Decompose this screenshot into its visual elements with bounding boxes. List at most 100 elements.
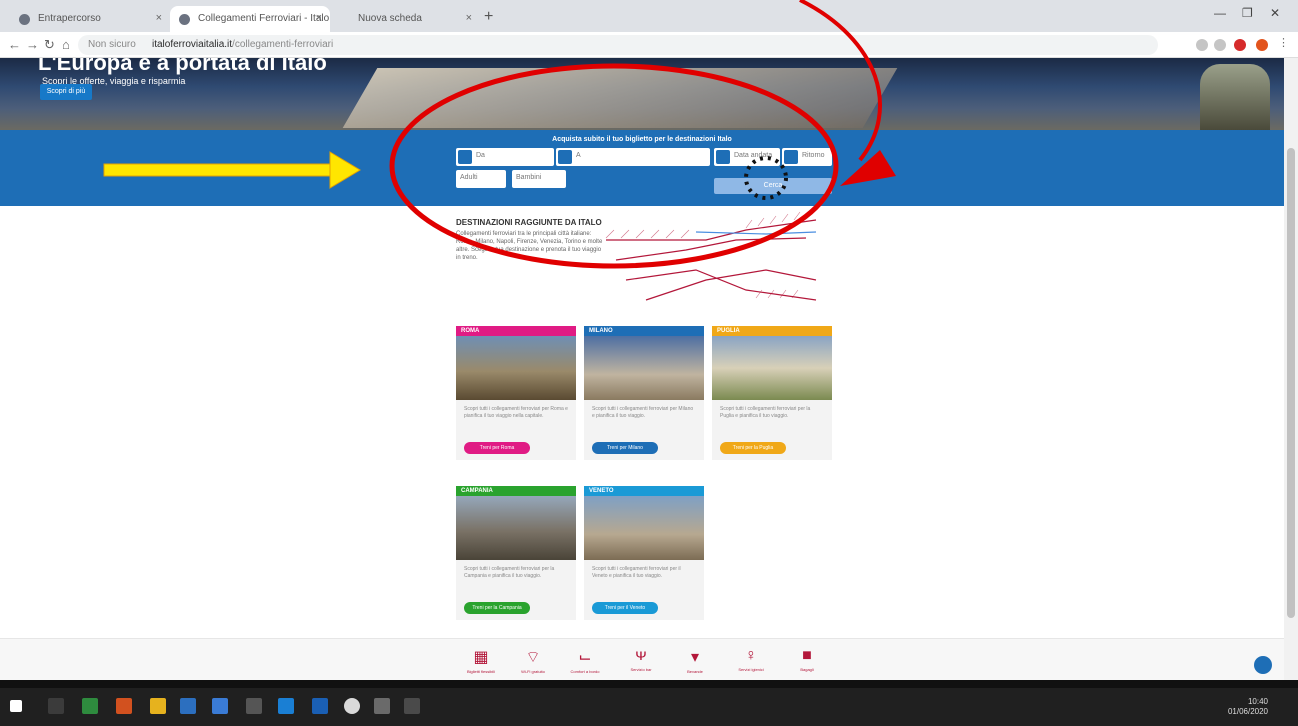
profile-avatar[interactable] [1256, 39, 1268, 51]
card-photo [584, 496, 704, 560]
feature-label: Comfort a bordo [570, 669, 600, 674]
reload-icon[interactable]: ↻ [44, 37, 55, 53]
word-icon[interactable] [212, 698, 228, 714]
card-photo [712, 336, 832, 400]
card-button[interactable]: Treni per la Puglia [720, 442, 786, 454]
destination-card-roma: ROMA Scopri tutti i collegamenti ferrovi… [456, 326, 576, 460]
app-icon[interactable] [246, 698, 262, 714]
site-info[interactable]: Non sicuro [88, 39, 136, 50]
card-button[interactable]: Treni per Milano [592, 442, 658, 454]
download-bar [0, 680, 1298, 688]
close-icon[interactable]: × [466, 12, 472, 24]
card-button[interactable]: Treni per Roma [464, 442, 530, 454]
page-scrollbar[interactable] [1284, 58, 1298, 688]
intro-text: Collegamenti ferroviari tra le principal… [456, 231, 603, 261]
food-icon: ᴪ [635, 647, 647, 664]
tab-title: Entrapercorso [38, 13, 101, 24]
hero-title: L'Europa è a portata di Italo [38, 58, 327, 75]
feature-label: Servizio bar [630, 667, 652, 672]
close-icon[interactable]: × [156, 12, 162, 24]
card-label: ROMA [456, 326, 576, 336]
browser-tab-bar: Entrapercorso × Collegamenti Ferroviari … [0, 0, 1298, 32]
url-field[interactable]: Non sicuro italoferroviaitalia.it/colleg… [78, 35, 1158, 55]
station-icon [558, 150, 572, 164]
card-photo [456, 336, 576, 400]
feature-item: ▦ Biglietti flessibili [456, 647, 506, 674]
powerpoint-icon[interactable] [116, 698, 132, 714]
minimize-icon[interactable]: — [1214, 6, 1226, 20]
drink-icon: ▾ [690, 649, 700, 666]
card-button[interactable]: Treni per la Campania [464, 602, 530, 614]
card-label: VENETO [584, 486, 704, 496]
menu-icon[interactable]: ⋮ [1278, 36, 1290, 49]
clock-date: 01/06/2020 [1227, 707, 1268, 716]
search-band: Acquista subito il tuo biglietto per le … [0, 130, 1284, 206]
home-icon[interactable]: ⌂ [62, 37, 70, 52]
star-icon[interactable] [1214, 39, 1226, 51]
feature-item: ■ Bagagli [782, 647, 832, 672]
from-station-field[interactable]: Da [456, 148, 554, 166]
card-description: Scopri tutti i collegamenti ferroviari p… [592, 406, 694, 419]
wifi-icon: ⌔ [525, 649, 541, 666]
system-clock[interactable]: 10:40 01/06/2020 [1228, 697, 1268, 717]
card-button[interactable]: Treni per il Veneto [592, 602, 658, 614]
card-label: CAMPANIA [456, 486, 576, 496]
chat-button[interactable] [1254, 656, 1272, 674]
card-description: Scopri tutti i collegamenti ferroviari p… [592, 566, 681, 579]
feature-item: ⌔ Wi-Fi gratuito [508, 647, 558, 674]
edge-icon[interactable] [278, 698, 294, 714]
close-window-icon[interactable]: ✕ [1270, 6, 1280, 20]
file-explorer-icon[interactable] [150, 698, 166, 714]
chrome-icon[interactable] [344, 698, 360, 714]
back-icon[interactable]: ← [8, 37, 21, 52]
date-value: Data andata [734, 152, 773, 159]
tree-image [1200, 64, 1270, 130]
departure-date-field[interactable]: Data andata [714, 148, 780, 166]
url-host: italoferroviaitalia.it [152, 39, 233, 50]
search-button[interactable]: Cerca [714, 178, 832, 194]
hero-cta-button[interactable]: Scopri di più [40, 84, 92, 100]
outlook-icon[interactable] [180, 698, 196, 714]
favicon-icon [179, 14, 190, 25]
card-description: Scopri tutti i collegamenti ferroviari p… [720, 406, 811, 419]
feature-label: Servizi igienici [738, 667, 764, 672]
app-icon[interactable] [312, 698, 328, 714]
children-selector[interactable]: Bambini [512, 170, 566, 188]
to-value: A [576, 152, 581, 159]
feature-label: Wi-Fi gratuito [521, 669, 545, 674]
destination-card-milano: MILANO Scopri tutti i collegamenti ferro… [584, 326, 704, 460]
forward-icon[interactable]: → [26, 37, 39, 52]
calendar-icon [716, 150, 730, 164]
to-station-field[interactable]: A [556, 148, 710, 166]
clock-time: 10:40 [1247, 697, 1268, 706]
tab-title: Nuova scheda [358, 13, 422, 24]
windows-start-icon[interactable] [10, 700, 22, 712]
close-icon[interactable]: × [316, 12, 322, 24]
station-icon [458, 150, 472, 164]
calendar-icon [784, 150, 798, 164]
toilet-icon: ♀ [745, 647, 757, 664]
maximize-icon[interactable]: ❐ [1242, 6, 1253, 20]
new-tab-button[interactable]: + [484, 8, 493, 26]
zoom-icon[interactable] [1196, 39, 1208, 51]
task-view-icon[interactable] [48, 698, 64, 714]
browser-tab-2[interactable]: Collegamenti Ferroviari - Italo × [170, 6, 330, 32]
browser-tab-1[interactable]: Entrapercorso × [10, 6, 170, 32]
app-icon[interactable] [404, 698, 420, 714]
route-map [605, 211, 817, 301]
address-bar: ← → ↻ ⌂ Non sicuro italoferroviaitalia.i… [0, 32, 1298, 58]
favicon-icon [19, 14, 30, 25]
hero-banner: L'Europa è a portata di Italo Scopri le … [0, 58, 1284, 130]
scrollbar-thumb[interactable] [1287, 148, 1295, 618]
excel-icon[interactable] [82, 698, 98, 714]
return-date-field[interactable]: Ritorno [782, 148, 832, 166]
browser-tab-3[interactable]: Nuova scheda × [330, 6, 480, 32]
extension-icon[interactable] [1234, 39, 1246, 51]
adults-selector[interactable]: Adulti [456, 170, 506, 188]
app-icon[interactable] [374, 698, 390, 714]
search-title: Acquista subito il tuo biglietto per le … [552, 136, 732, 143]
card-description: Scopri tutti i collegamenti ferroviari p… [464, 566, 555, 579]
feature-label: Biglietti flessibili [466, 669, 495, 674]
from-value: Da [476, 152, 485, 159]
card-label: PUGLIA [712, 326, 832, 336]
